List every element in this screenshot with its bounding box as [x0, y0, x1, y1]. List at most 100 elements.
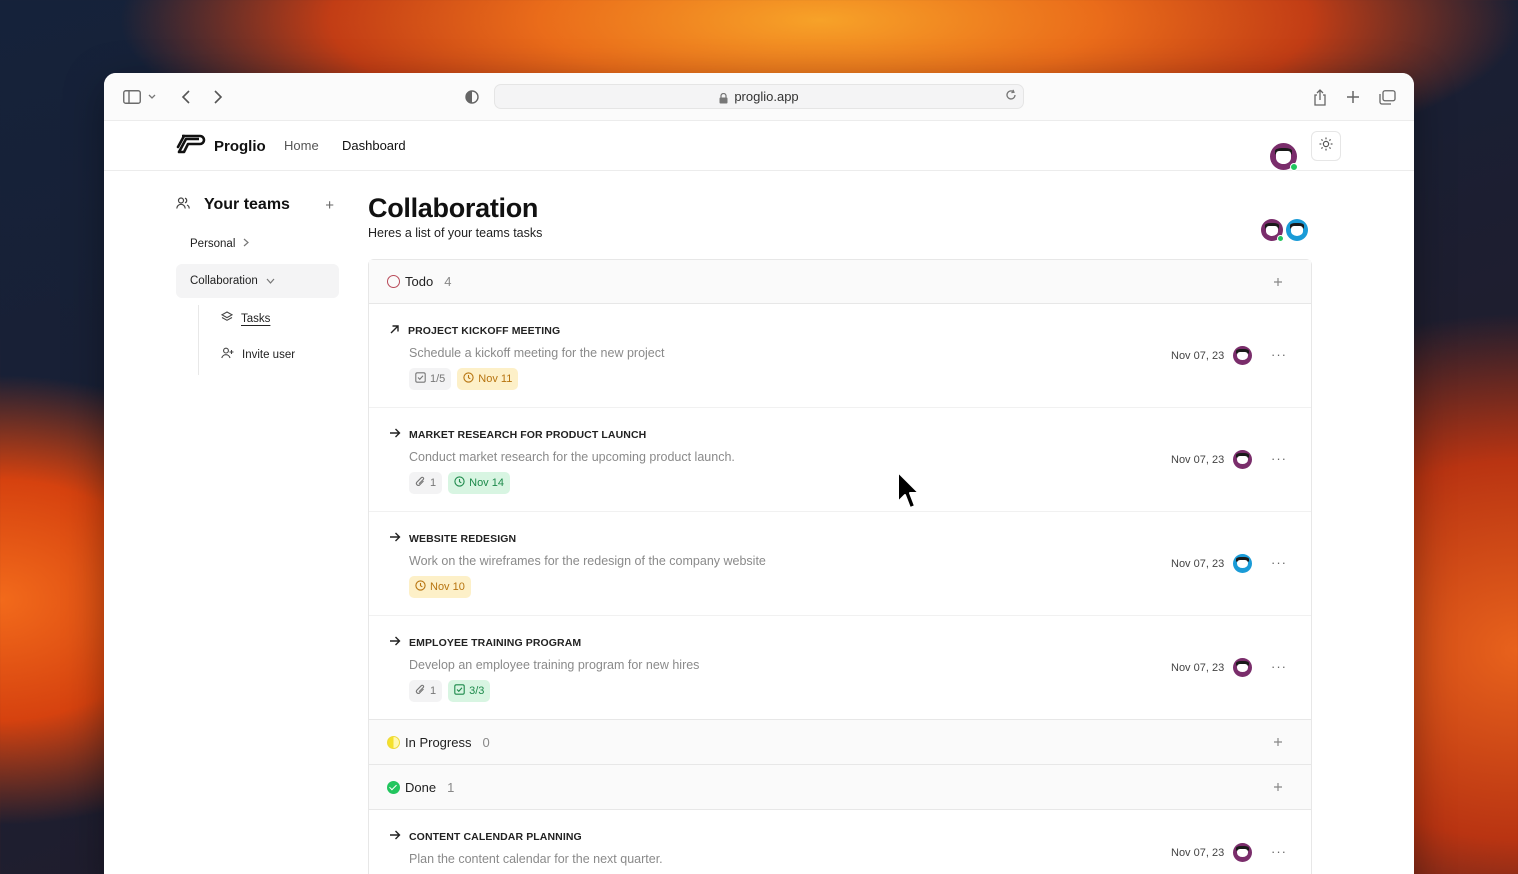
more-options-icon[interactable]: ···	[1271, 347, 1287, 362]
users-icon	[176, 196, 190, 215]
forward-icon[interactable]	[208, 87, 228, 107]
task-title-text: EMPLOYEE TRAINING PROGRAM	[409, 636, 582, 649]
task-row[interactable]: CONTENT CALENDAR PLANNING Plan the conte…	[369, 810, 1311, 874]
tabs-overview-icon[interactable]	[1377, 87, 1397, 107]
user-avatar[interactable]	[1270, 143, 1298, 171]
in-progress-status-icon	[387, 735, 400, 749]
task-title: PROJECT KICKOFF MEETING	[389, 324, 560, 338]
member-avatar[interactable]	[1261, 219, 1284, 242]
share-icon[interactable]	[1310, 87, 1330, 107]
checklist-badge: 1/5	[409, 368, 452, 390]
address-bar[interactable]: proglio.app	[494, 84, 1024, 109]
brand-name: Proglio	[214, 138, 266, 155]
sidebar-item-tasks[interactable]: Tasks	[220, 311, 271, 326]
task-title-text: PROJECT KICKOFF MEETING	[408, 325, 561, 337]
nav-dashboard[interactable]: Dashboard	[342, 138, 406, 153]
user-plus-icon	[221, 347, 234, 362]
main-content: Collaboration Heres a list of your teams…	[368, 193, 1312, 874]
add-task-button[interactable]	[1273, 274, 1283, 290]
due-date-badge: Nov 14	[448, 472, 510, 494]
task-row[interactable]: EMPLOYEE TRAINING PROGRAM Develop an emp…	[369, 616, 1311, 720]
collaboration-submenu: Tasks Invite user	[198, 305, 338, 375]
task-badges: 1 Nov 14	[409, 472, 510, 494]
online-status-dot	[1290, 163, 1298, 171]
privacy-shield-icon[interactable]	[462, 87, 482, 107]
back-icon[interactable]	[176, 87, 196, 107]
task-title: EMPLOYEE TRAINING PROGRAM	[389, 636, 581, 649]
layers-icon	[220, 311, 234, 326]
sidebar-toggle-icon[interactable]	[122, 87, 142, 107]
checklist-badge: 3/3	[448, 680, 491, 702]
checkbox-icon	[415, 372, 426, 386]
group-header-in-progress[interactable]: In Progress 0	[369, 720, 1311, 765]
due-date-badge: Nov 10	[409, 576, 471, 598]
sidebar-item-label: Tasks	[241, 312, 271, 325]
reload-icon[interactable]	[1005, 89, 1017, 104]
task-row[interactable]: WEBSITE REDESIGN Work on the wireframes …	[369, 512, 1311, 616]
more-options-icon[interactable]: ···	[1271, 844, 1287, 859]
more-options-icon[interactable]: ···	[1271, 451, 1287, 466]
sidebar-item-invite-user[interactable]: Invite user	[221, 347, 295, 362]
browser-window: proglio.app Proglio Home Dashboard Your …	[104, 73, 1414, 874]
assignee-avatar[interactable]	[1233, 658, 1252, 677]
due-date-badge: Nov 11	[457, 368, 519, 390]
task-badges: 1 3/3	[409, 680, 491, 702]
lock-icon	[719, 92, 728, 103]
task-badges: 1/5 Nov 11	[409, 368, 519, 390]
assignee-avatar[interactable]	[1233, 554, 1252, 573]
app-header: Proglio Home Dashboard	[104, 121, 1414, 171]
assignee-avatar[interactable]	[1233, 450, 1252, 469]
task-date: Nov 07, 23	[1171, 662, 1225, 674]
task-description: Plan the content calendar for the next q…	[409, 852, 663, 866]
task-title: CONTENT CALENDAR PLANNING	[389, 830, 582, 843]
group-count: 4	[444, 274, 452, 289]
group-label: In Progress	[405, 734, 472, 750]
clock-icon	[415, 580, 426, 594]
group-header-done[interactable]: Done 1	[369, 765, 1311, 810]
chevron-down-icon[interactable]	[146, 87, 158, 107]
task-row[interactable]: MARKET RESEARCH FOR PRODUCT LAUNCH Condu…	[369, 408, 1311, 512]
chevron-right-icon	[243, 238, 250, 250]
assignee-avatar[interactable]	[1233, 346, 1252, 365]
more-options-icon[interactable]: ···	[1271, 555, 1287, 570]
mouse-cursor-icon	[896, 470, 922, 517]
todo-status-icon	[387, 275, 400, 288]
checkbox-icon	[454, 684, 465, 698]
group-label: Todo	[405, 274, 434, 289]
task-date: Nov 07, 23	[1171, 558, 1225, 570]
browser-toolbar: proglio.app	[104, 73, 1414, 121]
task-description: Conduct market research for the upcoming…	[409, 450, 735, 464]
group-header-todo[interactable]: Todo 4	[369, 260, 1311, 304]
teams-header: Your teams +	[176, 193, 340, 217]
task-board: Todo 4 PROJECT KICKOFF MEETING Schedule …	[368, 259, 1312, 874]
arrow-right-icon	[389, 830, 401, 843]
clock-icon	[454, 476, 465, 490]
member-avatar[interactable]	[1286, 219, 1308, 241]
arrow-right-icon	[389, 428, 401, 441]
task-title-text: MARKET RESEARCH FOR PRODUCT LAUNCH	[409, 428, 647, 441]
nav-home[interactable]: Home	[284, 138, 319, 153]
task-date: Nov 07, 23	[1171, 350, 1225, 362]
group-count: 0	[482, 734, 490, 750]
page-title: Collaboration	[368, 193, 539, 223]
assignee-avatar[interactable]	[1233, 843, 1252, 862]
arrow-right-icon	[389, 532, 401, 545]
task-description: Develop an employee training program for…	[409, 658, 700, 672]
sun-icon	[1319, 137, 1333, 156]
add-team-button[interactable]: +	[325, 197, 334, 214]
add-task-button[interactable]	[1273, 779, 1283, 795]
more-options-icon[interactable]: ···	[1271, 659, 1287, 674]
arrow-right-icon	[389, 636, 401, 649]
theme-toggle-button[interactable]	[1311, 131, 1341, 161]
task-row[interactable]: PROJECT KICKOFF MEETING Schedule a kicko…	[369, 304, 1311, 408]
sidebar-item-label: Invite user	[242, 348, 296, 361]
sidebar-item-label: Personal	[190, 238, 236, 250]
new-tab-icon[interactable]	[1343, 87, 1363, 107]
sidebar-item-collaboration[interactable]: Collaboration	[176, 264, 339, 298]
url-text: proglio.app	[734, 89, 799, 104]
sidebar-item-personal[interactable]: Personal	[190, 238, 250, 250]
add-task-button[interactable]	[1273, 734, 1283, 750]
paperclip-icon	[415, 476, 426, 491]
brand-logo[interactable]: Proglio	[176, 133, 266, 160]
task-date: Nov 07, 23	[1171, 454, 1225, 466]
